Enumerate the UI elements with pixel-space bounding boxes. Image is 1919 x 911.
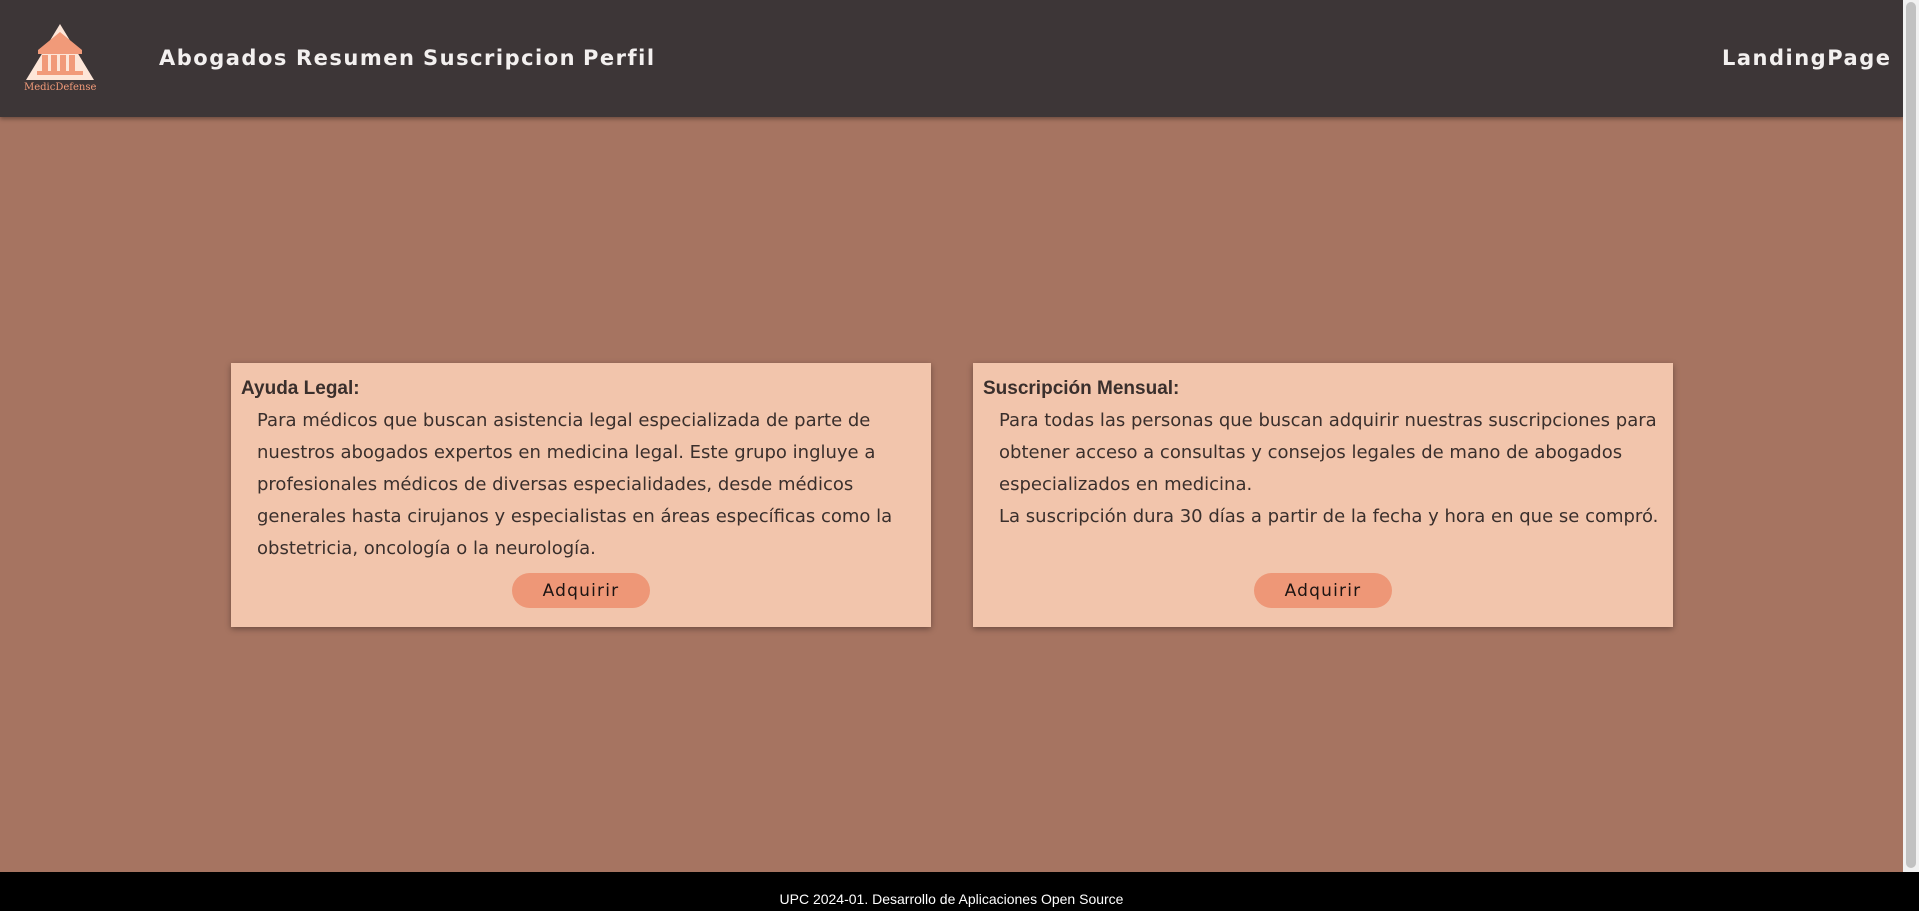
card-paragraph: Para médicos que buscan asistencia legal… (257, 410, 893, 559)
card-paragraph: Para todas las personas que buscan adqui… (999, 410, 1657, 495)
card-description: Para todas las personas que buscan adqui… (999, 405, 1659, 533)
vertical-scrollbar[interactable] (1903, 0, 1919, 872)
card-suscripcion-mensual: Suscripción Mensual: Para todas las pers… (973, 363, 1673, 627)
adquirir-ayuda-legal-button[interactable]: Adquirir (512, 573, 650, 608)
scrollbar-thumb[interactable] (1906, 2, 1916, 868)
courthouse-logo-icon (26, 24, 94, 80)
nav-suscripcion[interactable]: Suscripcion (423, 40, 576, 76)
nav-resumen[interactable]: Resumen (296, 40, 415, 76)
card-description: Para médicos que buscan asistencia legal… (257, 405, 917, 565)
brand-name: MedicDefense (24, 82, 97, 93)
nav-abogados[interactable]: Abogados (159, 40, 288, 76)
card-ayuda-legal: Ayuda Legal: Para médicos que buscan asi… (231, 363, 931, 627)
card-title: Ayuda Legal: (241, 378, 360, 399)
main-content: Ayuda Legal: Para médicos que buscan asi… (0, 117, 1903, 872)
nav-landing-page[interactable]: LandingPage (1722, 40, 1892, 76)
card-title: Suscripción Mensual: (983, 378, 1180, 399)
brand-logo[interactable]: MedicDefense (24, 22, 96, 96)
footer-text: UPC 2024-01. Desarrollo de Aplicaciones … (779, 891, 1124, 907)
card-paragraph: La suscripción dura 30 días a partir de … (999, 506, 1659, 527)
footer: UPC 2024-01. Desarrollo de Aplicaciones … (0, 872, 1919, 911)
adquirir-suscripcion-button[interactable]: Adquirir (1254, 573, 1392, 608)
top-toolbar: MedicDefense Abogados Resumen Suscripcio… (0, 0, 1903, 117)
nav-perfil[interactable]: Perfil (583, 40, 656, 76)
